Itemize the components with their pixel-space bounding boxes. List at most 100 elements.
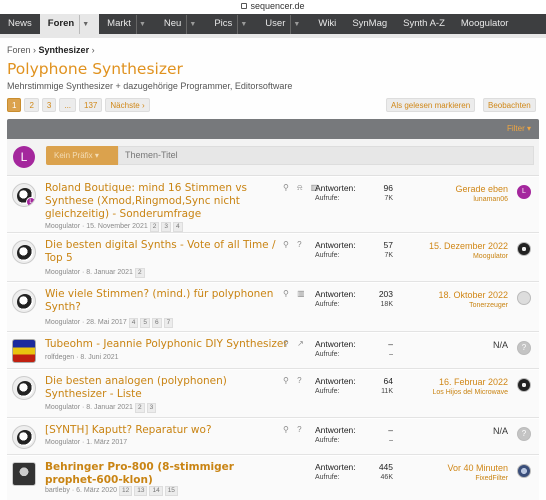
avatar[interactable] <box>12 240 36 264</box>
thread-title-input[interactable]: Themen-Titel <box>118 146 534 165</box>
page-link[interactable]: 7 <box>163 318 174 328</box>
watch-button[interactable]: Beobachten <box>483 98 536 112</box>
chevron-down-icon[interactable]: ▼ <box>135 15 148 35</box>
avatar[interactable] <box>517 242 531 256</box>
last-post-time[interactable]: Gerade eben <box>455 183 508 195</box>
page-2-button[interactable]: 2 <box>24 98 39 112</box>
nav-item-synmag[interactable]: SynMag <box>344 14 395 34</box>
avatar[interactable] <box>12 339 36 363</box>
thread-list-header: Filter ▾ <box>7 119 539 139</box>
nav-item-pics[interactable]: Pics ▼ <box>206 14 257 35</box>
page-137-button[interactable]: 137 <box>79 98 103 112</box>
chevron-down-icon[interactable]: ▼ <box>237 15 249 35</box>
nav-item-user[interactable]: User ▼ <box>257 14 310 35</box>
avatar[interactable]: L <box>13 146 35 168</box>
thread-title[interactable]: Roland Boutique: mind 16 Stimmen vs Synt… <box>45 182 285 221</box>
last-post-time[interactable]: 18. Oktober 2022 <box>438 289 508 301</box>
last-post-user[interactable]: FixedFilter <box>447 474 508 484</box>
thread-row[interactable]: [SYNTH] Kaputt? Reparatur wo? Moogulator… <box>7 419 539 455</box>
nav-item-neu[interactable]: Neu ▼ <box>156 14 206 35</box>
page-link[interactable]: 2 <box>134 268 145 278</box>
avatar[interactable] <box>517 291 531 305</box>
thread-title[interactable]: Tubeohm - Jeannie Polyphonic DIY Synthes… <box>45 338 305 351</box>
page-link[interactable]: 14 <box>149 486 163 496</box>
page-link[interactable]: 6 <box>151 318 162 328</box>
thread-meta: Moogulator · 1. März 2017 <box>45 439 128 446</box>
thread-title[interactable]: Wie viele Stimmen? (mind.) für polyphone… <box>45 288 285 314</box>
nav-item-moogulator[interactable]: Moogulator <box>453 14 517 34</box>
page-link[interactable]: 2 <box>149 222 160 232</box>
breadcrumb-synthesizer[interactable]: Synthesizer <box>39 45 90 55</box>
nav-item-synth-a-z[interactable]: Synth A-Z <box>395 14 453 34</box>
page-link[interactable]: 15 <box>164 486 178 496</box>
last-post: Gerade eben lunaman06 <box>455 183 508 205</box>
avatar[interactable] <box>12 425 36 449</box>
last-post-user[interactable]: Tonerzeuger <box>438 301 508 311</box>
thread-row[interactable]: Tubeohm - Jeannie Polyphonic DIY Synthes… <box>7 333 539 369</box>
thread-row[interactable]: Behringer Pro-800 (8-stimmiger prophet-6… <box>7 456 539 500</box>
last-post: 18. Oktober 2022 Tonerzeuger <box>438 289 508 311</box>
page-link[interactable]: 13 <box>134 486 148 496</box>
last-post-user[interactable]: Los Hijos del Microwave <box>433 388 508 398</box>
chevron-down-icon[interactable]: ▼ <box>290 15 302 35</box>
thread-row[interactable]: Die besten analogen (polyphonen) Synthes… <box>7 370 539 418</box>
chevron-down-icon[interactable]: ▼ <box>186 15 198 35</box>
page-3-button[interactable]: 3 <box>41 98 57 112</box>
page-ellipsis-button[interactable]: ... <box>59 98 77 112</box>
nav-item-foren[interactable]: Foren ▼ <box>39 14 100 35</box>
thread-stats: Antworten: – Aufrufe: – <box>315 339 393 358</box>
thread-meta: rolfdegen · 8. Juni 2021 <box>45 354 119 361</box>
thread-status-icons: ⚲ ? <box>283 376 305 385</box>
avatar[interactable] <box>517 378 531 392</box>
thread-title[interactable]: Die besten analogen (polyphonen) Synthes… <box>45 375 285 401</box>
avatar[interactable] <box>517 464 531 478</box>
lock-icon <box>241 3 248 9</box>
thread-title[interactable]: Behringer Pro-800 (8-stimmiger prophet-6… <box>45 461 285 487</box>
address-bar[interactable]: sequencer.de <box>0 0 546 14</box>
avatar[interactable]: L <box>12 183 36 207</box>
url-text: sequencer.de <box>250 1 305 11</box>
last-post-time: N/A <box>492 340 508 350</box>
thread-title[interactable]: Die besten digital Synths - Vote of all … <box>45 239 285 265</box>
thread-meta: Moogulator · 8. Januar 2021 2 3 <box>45 403 157 413</box>
avatar[interactable] <box>12 289 36 313</box>
last-post: N/A <box>493 339 508 351</box>
thread-stats: Antworten: 64 Aufrufe: 11K <box>315 376 393 395</box>
next-page-button[interactable]: Nächste › <box>105 98 150 112</box>
filter-button[interactable]: Filter ▾ <box>507 119 531 139</box>
main-nav: News Foren ▼ Markt ▼ Neu ▼ Pics ▼ User ▼ Wiki… <box>0 14 546 35</box>
avatar[interactable] <box>12 462 36 486</box>
page-link[interactable]: 12 <box>118 486 133 496</box>
last-post-time[interactable]: 16. Februar 2022 <box>433 376 508 388</box>
avatar: ? <box>517 341 531 355</box>
nav-item-news[interactable]: News <box>0 14 40 34</box>
page-link[interactable]: 4 <box>172 222 183 232</box>
breadcrumb: Foren › Synthesizer › <box>7 45 95 55</box>
page-link[interactable]: 2 <box>134 403 145 413</box>
thread-title[interactable]: [SYNTH] Kaputt? Reparatur wo? <box>45 424 285 437</box>
last-post-user[interactable]: Moogulator <box>429 252 508 262</box>
page-link[interactable]: 5 <box>140 318 150 328</box>
thread-row[interactable]: Wie viele Stimmen? (mind.) für polyphone… <box>7 283 539 332</box>
thread-status-icons: ⚲ ? <box>283 425 305 434</box>
page-link[interactable]: 3 <box>146 403 157 413</box>
last-post-user[interactable]: lunaman06 <box>455 195 508 205</box>
mark-read-button[interactable]: Als gelesen markieren <box>386 98 476 112</box>
page-1-button[interactable]: 1 <box>7 98 22 112</box>
breadcrumb-foren[interactable]: Foren <box>7 45 31 55</box>
thread-row[interactable]: L Roland Boutique: mind 16 Stimmen vs Sy… <box>7 177 539 233</box>
page-link[interactable]: 4 <box>128 318 139 328</box>
last-post-time[interactable]: Vor 40 Minuten <box>447 462 508 474</box>
quick-thread-form: L Kein Präfix ▾ Themen-Titel <box>7 139 539 176</box>
last-post-time[interactable]: 15. Dezember 2022 <box>429 240 508 252</box>
page-link[interactable]: 3 <box>161 222 171 232</box>
avatar[interactable] <box>12 376 36 400</box>
nav-item-markt[interactable]: Markt ▼ <box>99 14 156 35</box>
thread-row[interactable]: Die besten digital Synths - Vote of all … <box>7 234 539 282</box>
nav-item-wiki[interactable]: Wiki <box>310 14 344 34</box>
avatar: ? <box>517 427 531 441</box>
chevron-down-icon[interactable]: ▼ <box>79 15 91 35</box>
avatar[interactable]: L <box>517 185 531 199</box>
last-post: N/A <box>493 425 508 437</box>
prefix-select[interactable]: Kein Präfix ▾ <box>46 146 118 165</box>
